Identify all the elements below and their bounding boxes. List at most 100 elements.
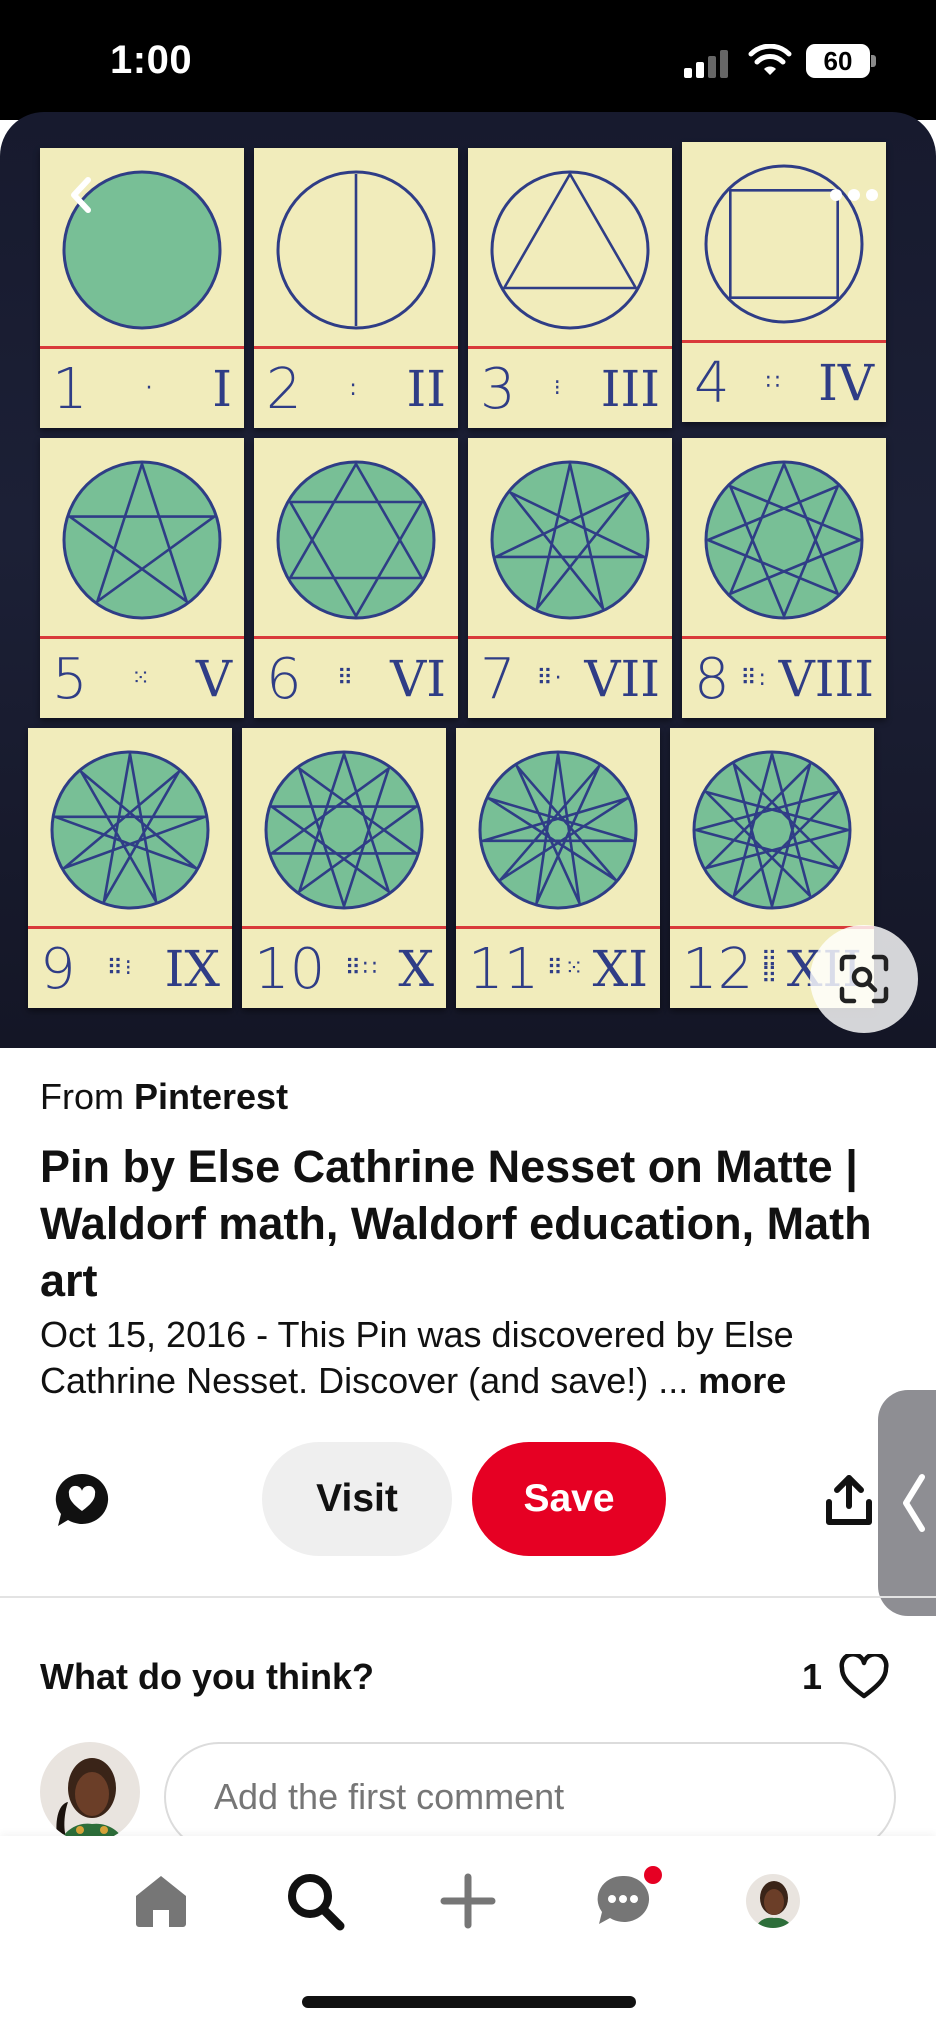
description-text: Oct 15, 2016 - This Pin was discovered b… (40, 1314, 794, 1401)
geometric-figure (276, 460, 436, 620)
card-roman-numeral: II (406, 360, 446, 418)
battery-cap (871, 55, 876, 67)
card-dots-numeral: ⠿: (740, 666, 768, 691)
nav-messages[interactable] (588, 1866, 662, 1936)
number-card: 8 ⠿: VIII (682, 438, 886, 718)
red-divider-line (254, 636, 458, 639)
number-card: 9 ⠿⁝ IX (28, 728, 232, 1008)
geometric-figure (62, 460, 222, 620)
number-card: 7 ⠿· VII (468, 438, 672, 718)
pin-title: Pin by Else Cathrine Nesset on Matte | W… (40, 1141, 872, 1306)
card-label: 5 ⁙ V (40, 643, 244, 715)
cellular-signal-icon (684, 48, 728, 78)
card-arabic-numeral: 8 (694, 646, 730, 712)
card-label: 10 ⠿∷ X (242, 933, 446, 1005)
number-card: 5 ⁙ V (40, 438, 244, 718)
card-arabic-numeral: 4 (694, 350, 730, 416)
geometric-figure (50, 750, 210, 910)
card-roman-numeral: VI (390, 650, 446, 708)
card-roman-numeral: I (212, 360, 232, 418)
card-dots-numeral: ∷ (765, 370, 782, 395)
source-name[interactable]: Pinterest (134, 1076, 288, 1117)
card-arabic-numeral: 1 (52, 356, 88, 422)
geometric-figure (692, 750, 852, 910)
comment-heart-icon[interactable] (52, 1470, 112, 1530)
home-icon (136, 1876, 186, 1927)
card-label: 1 · I (40, 353, 244, 425)
card-dots-numeral: ⠿⠿ (761, 948, 780, 989)
notification-dot (644, 1866, 662, 1884)
card-dots-numeral: ⠿· (536, 666, 564, 691)
geometric-figure (478, 750, 638, 910)
geometric-figure (490, 460, 650, 620)
more-link[interactable]: more (698, 1360, 786, 1401)
red-divider-line (468, 636, 672, 639)
card-roman-numeral: X (398, 940, 434, 998)
more-options-icon[interactable] (826, 178, 882, 212)
home-indicator (302, 1996, 636, 2008)
number-card: 10 ⠿∷ X (242, 728, 446, 1008)
card-dots-numeral: ⠿⁝ (106, 956, 134, 981)
back-icon[interactable] (60, 172, 106, 218)
red-divider-line (242, 926, 446, 929)
card-dots-numeral: · (145, 376, 155, 401)
status-bar: 1:00 60 (0, 0, 936, 120)
card-label: 11 ⠿⁙ XI (456, 933, 660, 1005)
visual-search-button[interactable] (810, 925, 918, 1033)
red-divider-line (456, 926, 660, 929)
card-roman-numeral: VII (584, 650, 660, 708)
card-label: 9 ⠿⁝ IX (28, 933, 232, 1005)
card-roman-numeral: III (600, 360, 660, 418)
card-label: 7 ⠿· VII (468, 643, 672, 715)
red-divider-line (468, 346, 672, 349)
save-button[interactable]: Save (472, 1442, 666, 1556)
nav-home[interactable] (126, 1866, 196, 1936)
wifi-icon (748, 44, 792, 75)
card-label: 8 ⠿: VIII (682, 643, 886, 715)
number-card: 3 ⁝ III (468, 148, 672, 428)
card-roman-numeral: V (195, 650, 232, 708)
avatar-photo (40, 1742, 140, 1842)
red-divider-line (40, 636, 244, 639)
heart-icon[interactable] (838, 1654, 890, 1700)
profile-avatar (746, 1874, 800, 1928)
card-label: 3 ⁝ III (468, 353, 672, 425)
share-icon[interactable] (824, 1474, 874, 1528)
card-roman-numeral: IX (164, 940, 220, 998)
status-time: 1:00 (110, 38, 193, 82)
card-arabic-numeral: 3 (480, 356, 516, 422)
card-arabic-numeral: 2 (266, 356, 302, 422)
geometric-figure (704, 460, 864, 620)
nav-create[interactable] (433, 1866, 503, 1936)
card-dots-numeral: : (349, 376, 359, 401)
search-icon (288, 1874, 345, 1931)
side-drawer-handle[interactable] (878, 1390, 936, 1616)
visual-search-icon (839, 954, 889, 1004)
card-arabic-numeral: 12 (682, 936, 754, 1002)
comments-heading: What do you think? (40, 1656, 374, 1697)
card-label: 2: II (254, 353, 458, 425)
red-divider-line (28, 926, 232, 929)
card-arabic-numeral: 7 (480, 646, 516, 712)
visit-button[interactable]: Visit (262, 1442, 452, 1556)
card-arabic-numeral: 5 (52, 646, 88, 712)
nav-search[interactable] (280, 1866, 350, 1936)
pin-description: Oct 15, 2016 - This Pin was discovered b… (40, 1312, 900, 1404)
card-roman-numeral: XI (592, 940, 648, 998)
user-avatar[interactable] (40, 1742, 140, 1842)
red-divider-line (40, 346, 244, 349)
geometric-figure (264, 750, 424, 910)
card-arabic-numeral: 11 (468, 936, 540, 1002)
section-divider (0, 1596, 936, 1598)
card-dots-numeral: ⁝ (553, 376, 563, 401)
card-dots-numeral: ⠿∷ (344, 956, 379, 981)
pin-image[interactable]: 1 · I 2: II 3 ⁝ III 4 ∷ IV 5 ⁙ V 6 ⠿ VI 7 ⠿· VII 8 ⠿: VIII 9 ⠿⁝ I… (0, 112, 936, 1048)
card-arabic-numeral: 10 (254, 936, 326, 1002)
nav-profile[interactable] (738, 1866, 808, 1936)
like-count: 1 (802, 1656, 823, 1697)
source-prefix: From (40, 1076, 124, 1117)
card-label: 4 ∷ IV (682, 347, 886, 419)
chevron-left-icon (903, 1474, 925, 1532)
card-arabic-numeral: 9 (40, 936, 76, 1002)
number-card: 2: II (254, 148, 458, 428)
